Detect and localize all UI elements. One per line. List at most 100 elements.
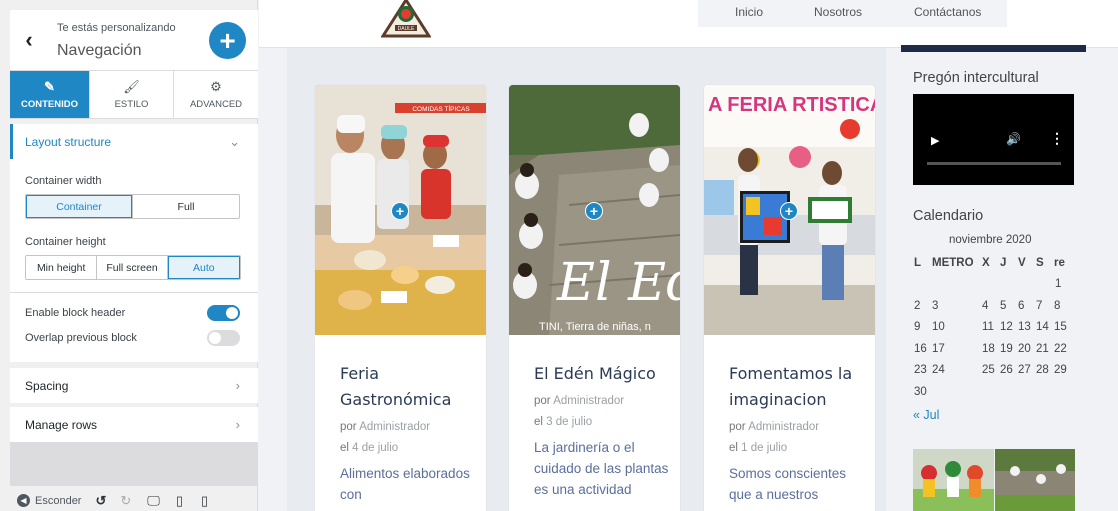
section-label: Spacing [25,378,69,393]
main-nav: Inicio Nosotros Contáctanos [698,0,1007,27]
desktop-icon[interactable]: 🖵 [147,493,160,509]
post-card[interactable]: COMIDAS TÍPICAS + Feria Gastronómica por… [315,85,486,511]
chevron-right-icon: › [235,417,240,432]
redo-icon[interactable]: ↻ [120,493,131,509]
more-options-icon[interactable]: ⋮ [1050,130,1064,147]
calendar-day: 17 [932,342,945,355]
container-width-label: Container width [25,175,102,187]
spacing-section[interactable]: Spacing › [10,368,258,403]
calendar-day: 7 [1036,299,1043,312]
container-width-full-option[interactable]: Full [133,195,239,218]
post-card[interactable]: El Edé TINI, Tierra de niñas, n + El Edé… [509,85,680,511]
manage-rows-section[interactable]: Manage rows › [10,407,258,442]
container-width-container-option[interactable]: Container [26,195,133,218]
mobile-icon[interactable]: ▯ [201,493,208,509]
video-progress-bar[interactable] [927,162,1061,165]
calendar-weekday: re [1054,257,1065,269]
overlap-previous-block-toggle[interactable] [207,330,240,346]
school-logo[interactable]: DAULE [381,0,431,38]
video-player[interactable]: ▶ 🔊 ⋮ [913,94,1074,185]
post-author-line: por Administrador [729,421,820,433]
calendar-day: 9 [914,321,921,333]
enable-block-header-toggle[interactable] [207,305,240,321]
tab-estilo[interactable]: 🖌 ESTILO [90,71,174,118]
add-block-button[interactable]: + [209,22,246,59]
customizer-header: ‹ Te estás personalizando Navegación + [10,10,258,70]
post-image[interactable]: A FERIA RTISTICAS + [704,85,875,335]
calendar-week-row: 1 [914,278,1084,298]
section-label: Manage rows [25,417,98,432]
post-author-line: por Administrador [534,395,625,407]
post-author[interactable]: Administrador [359,421,430,433]
nav-item-contactanos[interactable]: Contáctanos [914,5,981,19]
post-date: 1 de julio [741,442,788,454]
plus-icon: + [219,24,236,56]
undo-icon[interactable]: ↺ [95,493,106,509]
post-author-line: por Administrador [340,421,431,433]
tablet-icon[interactable]: ▯ [176,493,183,509]
post-author[interactable]: Administrador [553,395,624,407]
calendar-week-row: 23 45678 [914,300,1084,320]
section-label: Layout structure [25,134,112,149]
calendar-day: 20 [1018,342,1031,355]
site-header: DAULE Inicio Nosotros Contáctanos [259,0,1118,48]
enable-block-header-row: Enable block header [25,304,240,322]
chevron-left-icon: ‹ [25,27,33,52]
gallery-thumbnail[interactable] [995,449,1075,511]
back-button[interactable]: ‹ [10,10,48,70]
calendar-day: 22 [1054,342,1067,355]
calendar-day: 25 [982,364,995,376]
calendar-day: 5 [1000,299,1007,312]
post-author[interactable]: Administrador [748,421,819,433]
post-excerpt: Alimentos elaborados con [340,466,470,502]
calendar-weekday: S [1036,257,1044,269]
calendar-day: 3 [932,299,939,312]
post-title[interactable]: Fomentamos la imaginacion [729,361,869,413]
customizer-footer: ◀ Esconder ↺ ↻ 🖵 ▯ ▯ [10,490,258,511]
calendar-day: 13 [1018,321,1031,333]
logo-text: DAULE [398,26,415,32]
post-image[interactable]: El Edé TINI, Tierra de niñas, n + [509,85,680,335]
hide-label: Esconder [35,494,82,507]
calendar-day: 2 [914,299,921,312]
post-date-line: el 1 de julio [729,442,788,454]
container-width-control: Container Full [25,194,240,219]
container-height-min-option[interactable]: Min height [26,256,98,279]
add-block-plus-icon[interactable]: + [585,202,603,220]
container-height-control: Min height Full screen Auto [25,255,241,280]
calendar-day: 16 [914,342,927,355]
chevron-right-icon: › [235,378,240,393]
post-image[interactable]: COMIDAS TÍPICAS + [315,85,486,335]
container-height-auto-option[interactable]: Auto [167,256,240,279]
gallery-thumbnail[interactable] [913,449,994,511]
add-block-plus-icon[interactable]: + [780,202,798,220]
calendar-day: 26 [1000,364,1013,376]
post-title[interactable]: El Edén Mágico [534,361,674,387]
site-preview: DAULE Inicio Nosotros Contáctanos COMIDA… [259,0,1118,511]
calendar-day: 27 [1018,364,1031,376]
calendar-day: 15 [1054,321,1067,333]
nav-item-inicio[interactable]: Inicio [735,5,763,19]
container-height-fullscreen-option[interactable]: Full screen [97,256,168,279]
play-icon[interactable]: ▶ [931,134,939,147]
panel-tabs: ✎ CONTENIDO 🖌 ESTILO ⚙ ADVANCED [10,70,258,119]
tab-advanced[interactable]: ⚙ ADVANCED [174,71,258,118]
volume-icon[interactable]: 🔊 [1006,132,1021,146]
calendar-day: 12 [1000,321,1013,333]
calendar-weekday: METRO [932,257,974,269]
panel-title: Navegación [57,42,142,59]
pencil-icon: ✎ [44,79,55,94]
post-card[interactable]: A FERIA RTISTICAS + [704,85,875,511]
calendar-header-row: L METRO X J V Sre [914,257,1084,277]
image-overlay-title: El Edé [556,253,680,313]
divider [10,292,258,293]
gears-icon: ⚙ [210,79,222,94]
layout-structure-section[interactable]: Layout structure ⌄ [10,124,258,159]
add-block-plus-icon[interactable]: + [391,202,409,220]
calendar-prev-link[interactable]: « Jul [913,408,939,422]
hide-controls-button[interactable]: ◀ Esconder [13,494,81,507]
post-title[interactable]: Feria Gastronómica [340,361,480,413]
calendar-grid: L METRO X J V Sre 1 2 3 4 5 6 7 8 9 10 11 12 13 14 15 16 17 18 1… [914,257,1084,398]
nav-item-nosotros[interactable]: Nosotros [814,5,862,19]
tab-contenido[interactable]: ✎ CONTENIDO [10,71,90,118]
